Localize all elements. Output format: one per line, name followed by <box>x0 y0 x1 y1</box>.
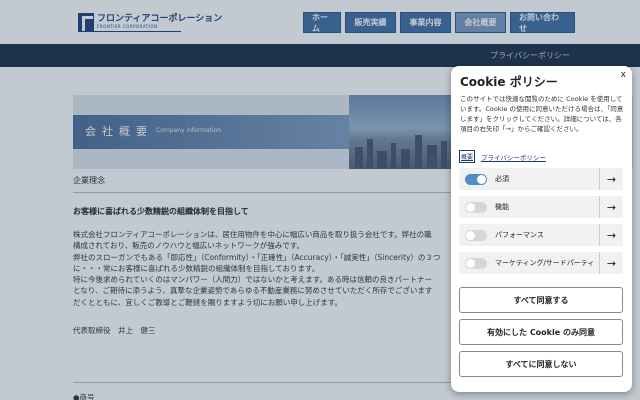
cookie-title: Cookie ポリシー <box>460 75 558 89</box>
arrow-right-icon[interactable]: → <box>599 168 623 190</box>
cookie-privacy-policy-link[interactable]: プライバシーポリシー <box>481 152 546 162</box>
pref-row-required: 必須 → <box>459 168 623 190</box>
toggle-functional[interactable] <box>465 201 487 213</box>
pref-label: 必須 <box>495 175 509 183</box>
cookie-overview-link[interactable]: 概要 <box>459 150 476 163</box>
pref-row-performance: パフォーマンス → <box>459 224 623 246</box>
toggle-required[interactable] <box>465 173 487 185</box>
arrow-right-icon[interactable]: → <box>599 196 623 218</box>
arrow-right-icon[interactable]: → <box>599 252 623 274</box>
cookie-consent-panel: x Cookie ポリシー このサイトでは快適な閲覧のために Cookie を使… <box>451 66 632 392</box>
reject-all-button[interactable]: すべてに同意しない <box>459 351 623 377</box>
toggle-marketing[interactable] <box>465 257 487 269</box>
pref-row-functional: 機能 → <box>459 196 623 218</box>
arrow-right-icon[interactable]: → <box>599 224 623 246</box>
pref-row-marketing: マーケティング/サードパーティ → <box>459 252 623 274</box>
pref-label: 機能 <box>495 203 509 211</box>
toggle-performance[interactable] <box>465 229 487 241</box>
accept-all-button[interactable]: すべて同意する <box>459 287 623 313</box>
cookie-description: このサイトでは快適な閲覧のために Cookie を使用しています。Cookie … <box>460 95 624 133</box>
close-icon[interactable]: x <box>621 70 626 80</box>
accept-selected-button[interactable]: 有効にした Cookie のみ同意 <box>459 319 623 345</box>
pref-label: マーケティング/サードパーティ <box>495 259 595 267</box>
pref-label: パフォーマンス <box>495 231 544 239</box>
